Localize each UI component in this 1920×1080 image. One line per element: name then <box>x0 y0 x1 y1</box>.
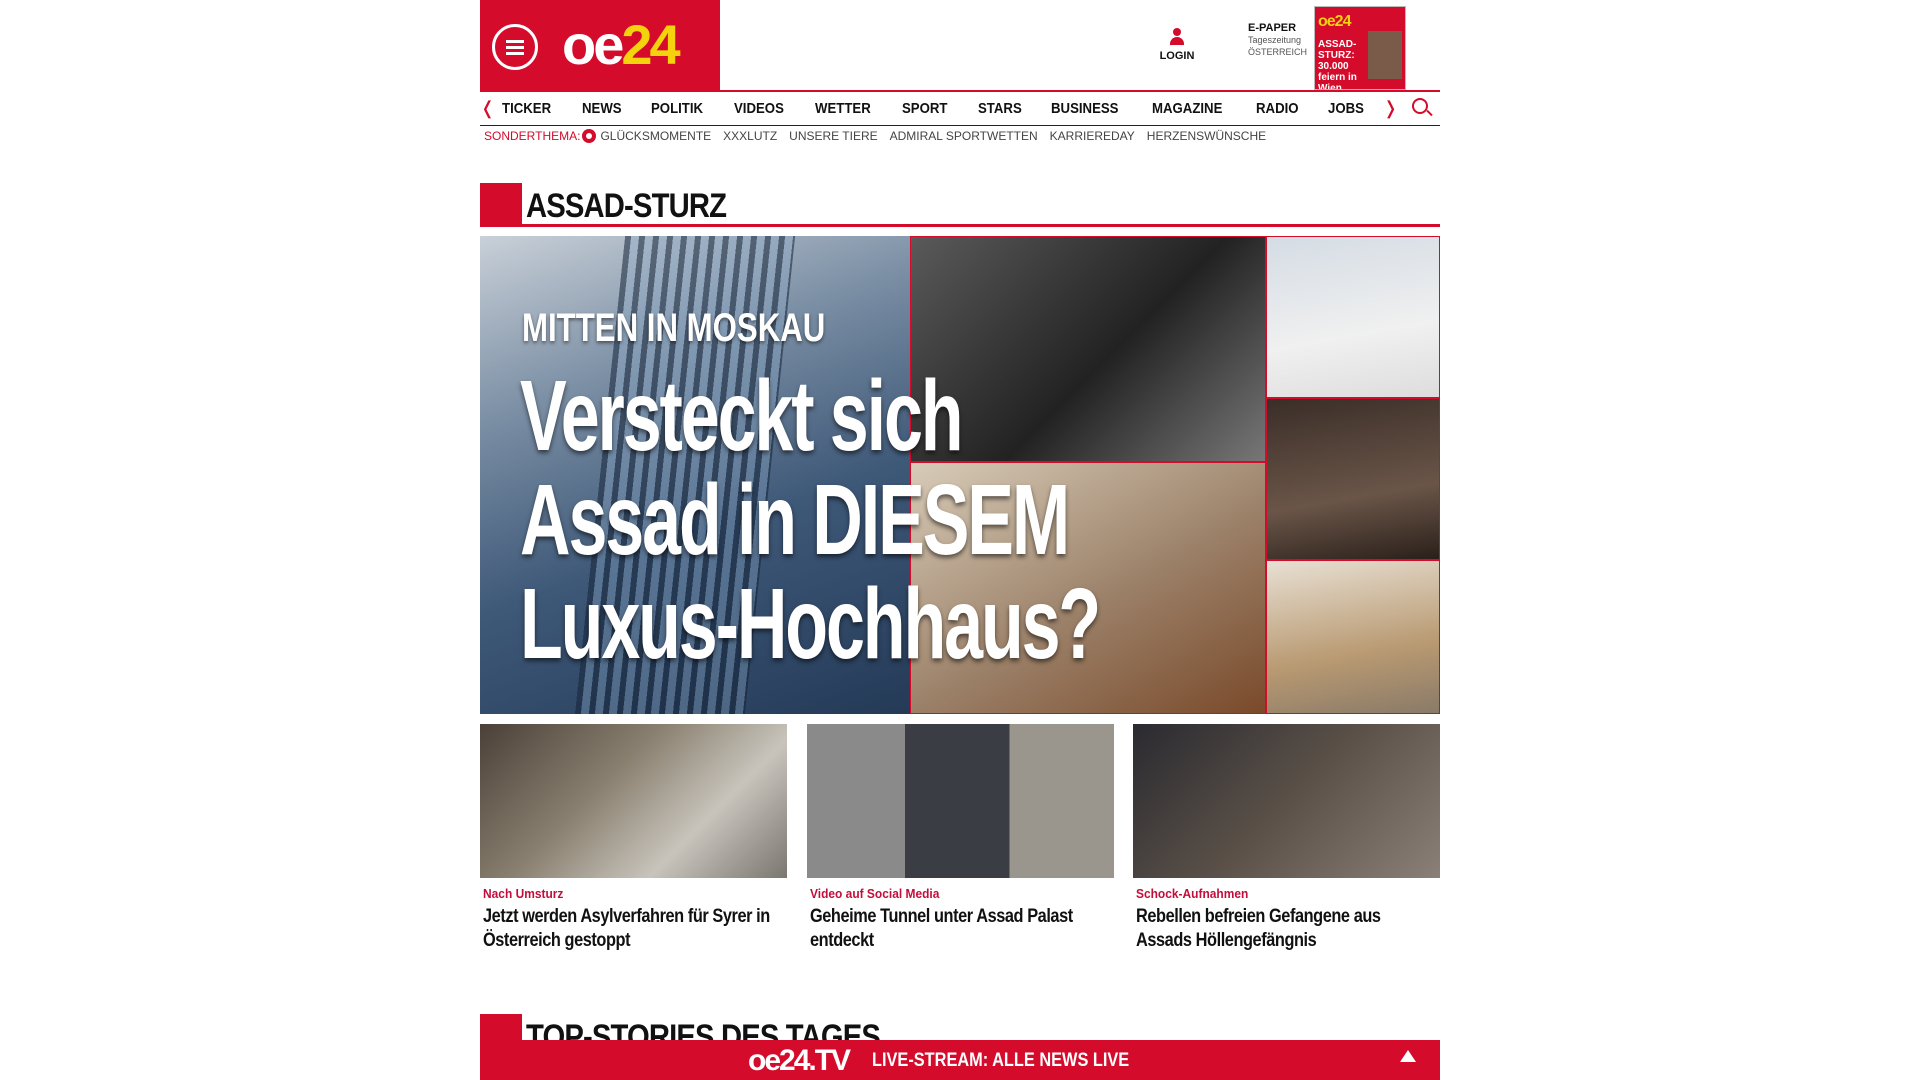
logo-area: oe24 <box>480 0 720 90</box>
login-label: LOGIN <box>1159 50 1195 62</box>
section-title[interactable]: ASSAD-STURZ <box>526 187 727 226</box>
special-topic-admiral[interactable]: ADMIRAL SPORTWETTEN <box>890 129 1038 143</box>
nav-item-stars[interactable]: STARS <box>978 100 1022 117</box>
oe24-logo[interactable]: oe24 <box>562 16 681 74</box>
nav-item-videos[interactable]: VIDEOS <box>734 100 784 117</box>
special-topics-bar: SONDERTHEMA: GLÜCKSMOMENTE XXXLUTZ UNSER… <box>484 129 1278 143</box>
section-underline <box>522 224 1440 227</box>
hero-headline-line-2: Assad in DIESEM <box>520 464 1070 576</box>
special-topic-gluecksmomente[interactable]: GLÜCKSMOMENTE <box>600 129 711 143</box>
page: oe24 LOGIN E-PAPER Tageszeitung ÖSTERREI… <box>480 0 1440 1080</box>
nav-item-sport[interactable]: SPORT <box>902 100 947 117</box>
teaser-kicker: Nach Umsturz <box>483 886 564 901</box>
nav-item-business[interactable]: BUSINESS <box>1051 100 1118 117</box>
expand-up-icon[interactable] <box>1400 1050 1416 1062</box>
hero-headline-line-3: Luxus-Hochhaus? <box>520 568 1101 680</box>
special-topic-unsere-tiere[interactable]: UNSERE TIERE <box>789 129 877 143</box>
user-icon <box>1168 28 1186 48</box>
nav-item-wetter[interactable]: WETTER <box>815 100 871 117</box>
teaser-kicker: Schock-Aufnahmen <box>1136 886 1249 901</box>
teaser-image <box>806 724 1114 878</box>
special-topic-karriereday[interactable]: KARRIEREDAY <box>1050 129 1135 143</box>
nav-item-jobs[interactable]: JOBS <box>1328 100 1364 117</box>
nav-item-magazine[interactable]: MAGAZINE <box>1152 100 1222 117</box>
nav-item-politik[interactable]: POLITIK <box>651 100 703 117</box>
live-stream-label: LIVE-STREAM: ALLE NEWS LIVE <box>872 1050 1130 1071</box>
nav-scroll-left-icon[interactable]: ❬ <box>480 98 495 119</box>
hero-kicker: MITTEN IN MOSKAU <box>522 306 826 350</box>
live-stream-bar[interactable]: oe24.TV LIVE-STREAM: ALLE NEWS LIVE <box>480 1040 1440 1080</box>
epaper-country: ÖSTERREICH <box>1248 47 1308 57</box>
epaper-subtitle: Tageszeitung <box>1248 35 1302 45</box>
section-heading-assad: ASSAD-STURZ <box>480 183 1440 227</box>
nav-list: TICKER NEWS POLITIK VIDEOS WETTER SPORT … <box>502 100 1393 117</box>
lucky-moments-icon <box>582 129 597 143</box>
section-marker <box>480 183 522 227</box>
special-topic-herzenswuensche[interactable]: HERZENSWÜNSCHE <box>1147 129 1266 143</box>
nav-item-ticker[interactable]: TICKER <box>502 100 551 117</box>
teaser-title: Geheime Tunnel unter Assad Palast entdec… <box>809 906 1073 951</box>
epaper-cover-logo: oe24 <box>1318 13 1351 30</box>
login-button[interactable]: LOGIN <box>1157 28 1197 62</box>
bathtub-image <box>1266 236 1440 398</box>
teaser-kicker: Video auf Social Media <box>809 886 939 901</box>
teaser-title: Rebellen befreien Gefangene aus Assads H… <box>1136 906 1381 951</box>
nav-item-news[interactable]: NEWS <box>582 100 622 117</box>
epaper-link[interactable]: E-PAPER Tageszeitung ÖSTERREICH <box>1248 22 1312 58</box>
teaser-row: Nach Umsturz Jetzt werden Asylverfahren … <box>480 724 1440 953</box>
epaper-cover-photo <box>1368 31 1402 79</box>
teaser-image <box>1133 724 1440 878</box>
living-room-image <box>1266 398 1440 560</box>
hamburger-menu-icon[interactable] <box>492 24 538 70</box>
teaser-card[interactable]: Nach Umsturz Jetzt werden Asylverfahren … <box>480 724 787 953</box>
nav-scroll-right-icon[interactable]: ❭ <box>1383 98 1398 119</box>
bedroom-image <box>1266 560 1440 714</box>
search-icon[interactable] <box>1412 98 1428 114</box>
epaper-cover-headline: ASSAD-STURZ: 30.000 feiern in Wien <box>1318 39 1357 90</box>
main-nav: ❬ TICKER NEWS POLITIK VIDEOS WETTER SPOR… <box>480 90 1440 126</box>
teaser-title: Jetzt werden Asylverfahren für Syrer in … <box>483 906 770 951</box>
special-topics-label: SONDERTHEMA: <box>484 129 581 143</box>
teaser-image <box>480 724 787 878</box>
special-topic-xxxlutz[interactable]: XXXLUTZ <box>723 129 777 143</box>
hero-article[interactable]: MITTEN IN MOSKAU Versteckt sich Assad in… <box>480 236 1440 714</box>
hero-headline: Versteckt sich Assad in DIESEM Luxus-Hoc… <box>520 360 1101 680</box>
teaser-card[interactable]: Schock-Aufnahmen Rebellen befreien Gefan… <box>1133 724 1440 953</box>
oe24-tv-logo: oe24.TV <box>748 1044 851 1077</box>
nav-item-radio[interactable]: RADIO <box>1256 100 1299 117</box>
epaper-title: E-PAPER <box>1248 22 1297 34</box>
teaser-card[interactable]: Video auf Social Media Geheime Tunnel un… <box>806 724 1114 953</box>
epaper-cover-image[interactable]: oe24 ASSAD-STURZ: 30.000 feiern in Wien <box>1314 6 1406 90</box>
hero-headline-line-1: Versteckt sich <box>520 360 964 472</box>
